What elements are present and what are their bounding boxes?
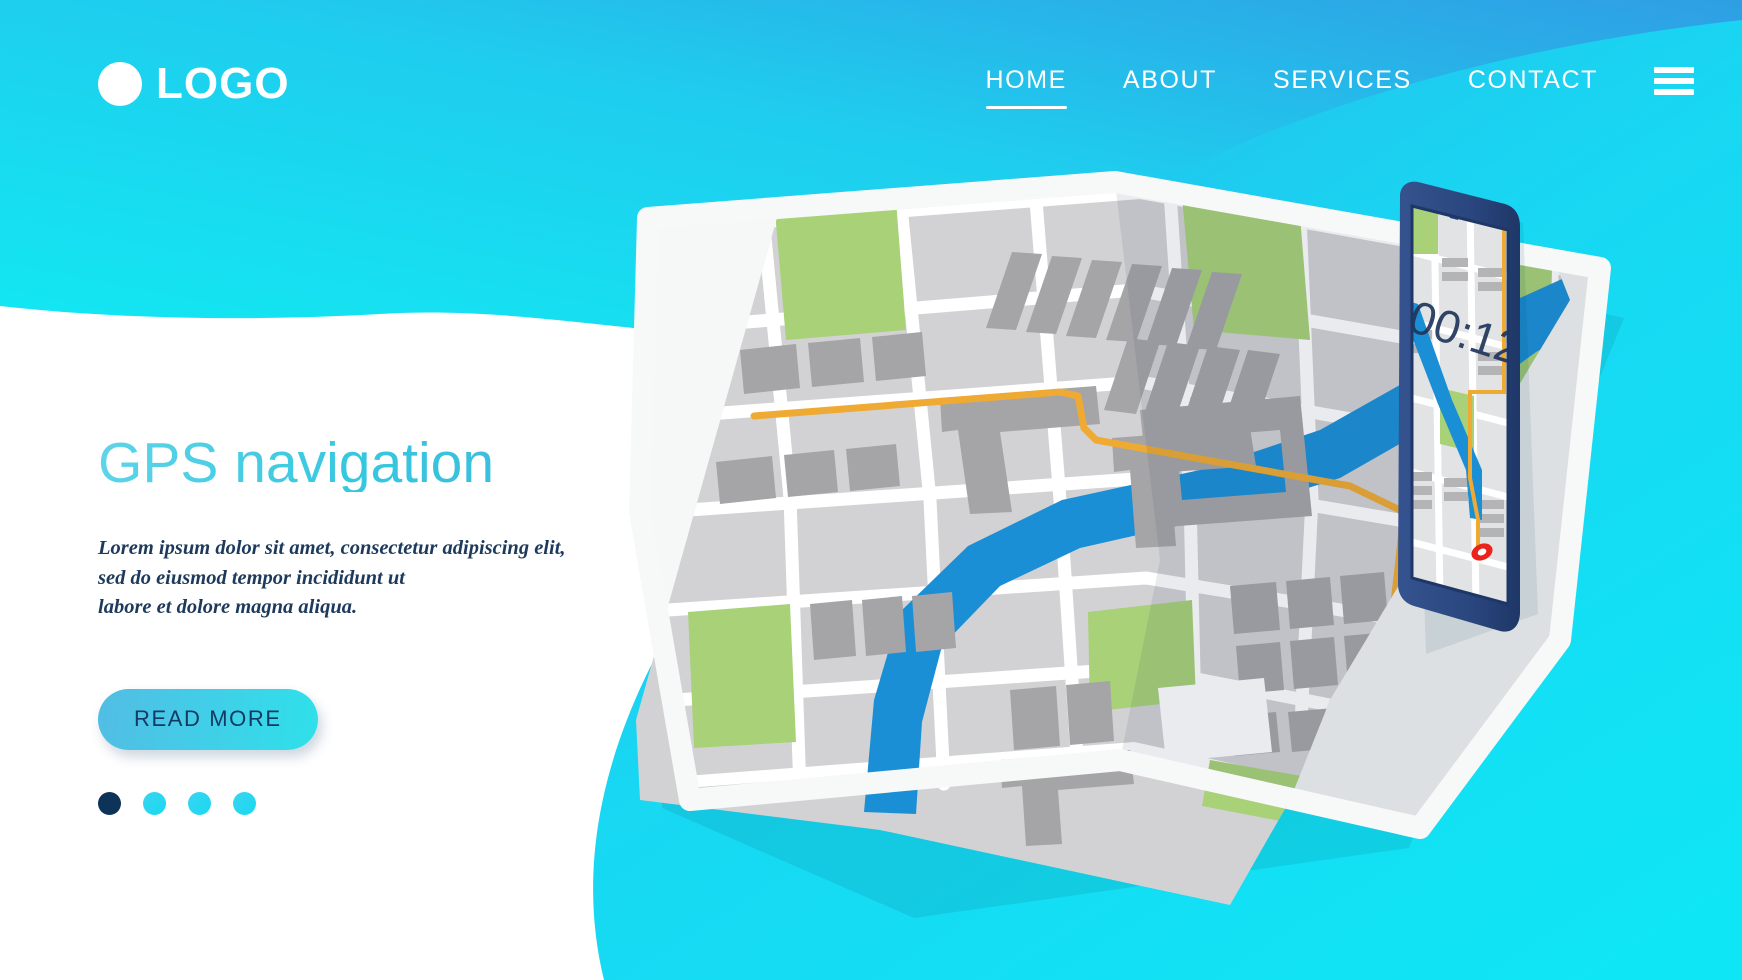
- hero-paragraph-line: labore et dolore magna aliqua.: [98, 596, 358, 619]
- hero-copy: GPS navigation Lorem ipsum dolor sit ame…: [98, 435, 658, 816]
- hero-paragraph-line: Lorem ipsum dolor sit amet, consectetur …: [98, 537, 566, 559]
- nav-item-about[interactable]: ABOUT: [1095, 66, 1245, 95]
- nav-item-services[interactable]: SERVICES: [1245, 66, 1440, 95]
- site-header: LOGO HOME ABOUT SERVICES CONTACT: [0, 0, 1742, 170]
- page-title: GPS navigation: [98, 435, 658, 492]
- main-navigation: HOME ABOUT SERVICES CONTACT: [958, 66, 1694, 109]
- nav-item-home[interactable]: HOME: [958, 66, 1095, 109]
- hamburger-bar: [1654, 77, 1694, 84]
- carousel-dots: [98, 792, 658, 816]
- hamburger-menu-icon[interactable]: [1654, 66, 1694, 95]
- logo-text: LOGO: [156, 59, 290, 108]
- hero-paragraph: Lorem ipsum dolor sit amet, consectetur …: [98, 534, 658, 623]
- read-more-button[interactable]: READ MORE: [98, 689, 318, 751]
- landing-page: 00:12:03 LOGO HOME ABOUT SERVICES CONTAC…: [0, 0, 1742, 980]
- carousel-dot-2[interactable]: [143, 792, 166, 816]
- carousel-dot-1[interactable]: [98, 792, 121, 816]
- brand-logo[interactable]: LOGO: [98, 62, 290, 106]
- circle-dot-icon: [98, 62, 142, 106]
- nav-item-contact[interactable]: CONTACT: [1440, 66, 1626, 95]
- carousel-dot-4[interactable]: [233, 792, 256, 816]
- hero-paragraph-line: sed do eiusmod tempor incididunt ut: [98, 566, 405, 589]
- hamburger-bar: [1654, 88, 1694, 95]
- hamburger-bar: [1654, 66, 1694, 73]
- carousel-dot-3[interactable]: [188, 792, 211, 816]
